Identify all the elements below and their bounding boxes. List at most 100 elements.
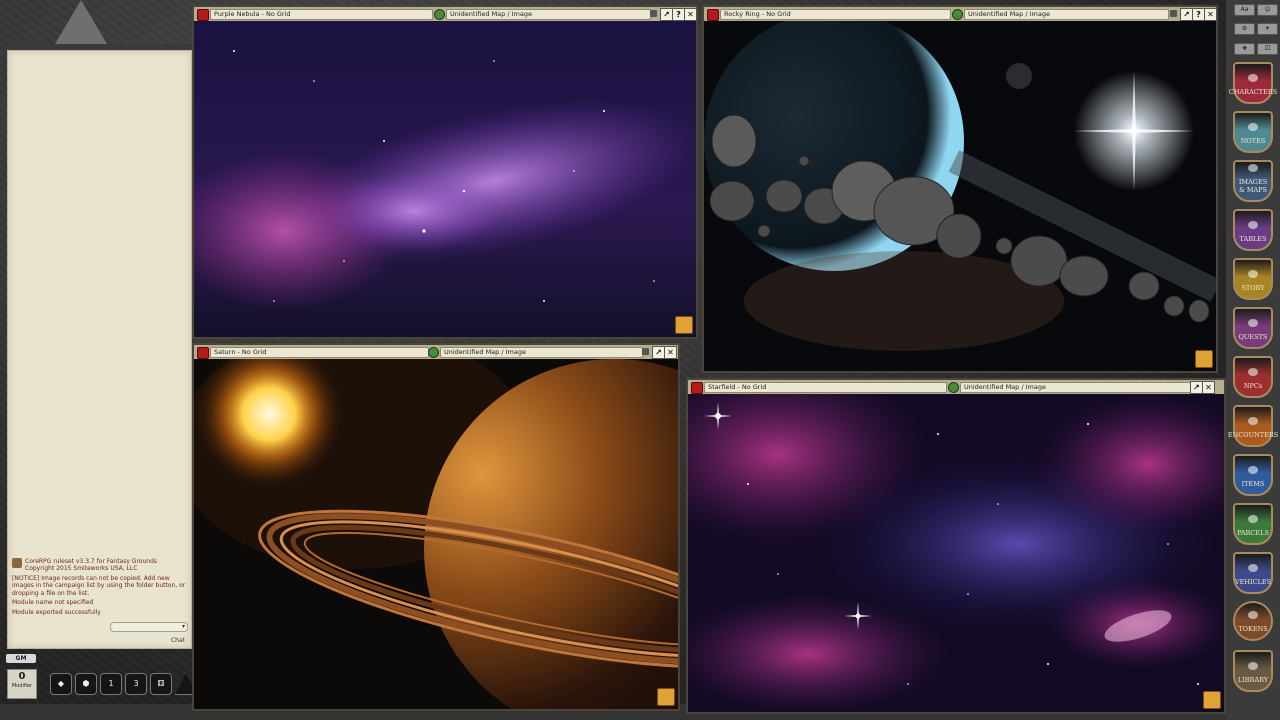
sidebar-button-label: CHARACTERS (1229, 88, 1277, 96)
sidebar-button-encounters[interactable]: ENCOUNTERS (1233, 405, 1273, 447)
saturn-image (194, 359, 678, 709)
window-titlebar[interactable]: Saturn - No Grid Unidentified Map / Imag… (194, 345, 678, 360)
window-identity[interactable]: Unidentified Map / Image (960, 382, 1191, 393)
modifier-label: Modifier (12, 683, 32, 689)
window-title[interactable]: Purple Nebula - No Grid (210, 9, 433, 20)
sidebar-button-tables[interactable]: TABLES (1233, 209, 1273, 251)
chat-message: Module name not specified (12, 599, 188, 607)
sidebar-button-label: TOKENS (1238, 625, 1267, 633)
close-button[interactable]: ✕ (664, 346, 677, 359)
modifier-value: 0 (8, 670, 36, 683)
sidebar-button-label: QUESTS (1239, 333, 1268, 341)
chat-message: Module exported successfully (12, 609, 188, 617)
image-window-saturn[interactable]: Saturn - No Grid Unidentified Map / Imag… (192, 343, 680, 711)
chat-input[interactable]: ▾ (110, 622, 188, 632)
sidebar-button-vehicles[interactable]: VEHICLES (1233, 552, 1273, 594)
modifiers-tool-button[interactable]: ✚ (1234, 43, 1255, 55)
window-identity[interactable]: Unidentified Map / Image (964, 9, 1169, 20)
close-button[interactable]: ✕ (1202, 381, 1215, 394)
sidebar-button-tokens[interactable]: TOKENS (1233, 601, 1273, 641)
purple-nebula-image (194, 21, 696, 337)
map-image[interactable] (688, 394, 1224, 712)
image-window-purple-nebula[interactable]: Purple Nebula - No Grid Unidentified Map… (192, 5, 698, 339)
chat-line: CoreRPG ruleset v3.3.7 for Fantasy Groun… (25, 558, 157, 566)
d6-die-icon[interactable]: ⚅ (150, 673, 172, 695)
top-ornament (55, 0, 107, 44)
lock-icon[interactable] (650, 10, 657, 17)
window-title[interactable]: Saturn - No Grid (210, 347, 429, 358)
sidebar-button-library[interactable]: LIBRARY (1233, 650, 1273, 692)
sidebar-button-label: PARCELS (1237, 529, 1269, 537)
sidebar-button-story[interactable]: STORY (1233, 258, 1273, 300)
sidebar-button-label: NOTES (1241, 137, 1266, 145)
sidebar-button-items[interactable]: ITEMS (1233, 454, 1273, 496)
image-window-rocky-ring[interactable]: Rocky Ring - No Grid Unidentified Map / … (702, 5, 1218, 373)
image-toolbar-button[interactable] (675, 316, 693, 334)
d20-die-icon[interactable]: ◆ (50, 673, 72, 695)
options-tool-button[interactable]: ⚙ (1234, 23, 1255, 35)
identified-toggle-icon[interactable] (948, 382, 959, 393)
window-titlebar[interactable]: Purple Nebula - No Grid Unidentified Map… (194, 7, 696, 22)
sidebar-button-label: NPCs (1244, 382, 1262, 390)
sidebar-button-quests[interactable]: QUESTS (1233, 307, 1273, 349)
chat-line: Copyright 2015 Smiteworks USA, LLC (25, 565, 157, 573)
image-window-starfield[interactable]: Starfield - No Grid Unidentified Map / I… (686, 378, 1226, 714)
identified-toggle-icon[interactable] (434, 9, 445, 20)
sidebar-gem-icon (1248, 417, 1258, 425)
image-record-icon[interactable] (197, 347, 209, 359)
sidebar-button-parcels[interactable]: PARCELS (1233, 503, 1273, 545)
effects-tool-button[interactable]: ✦ (1257, 23, 1278, 35)
ruleset-icon (12, 558, 22, 568)
window-title[interactable]: Starfield - No Grid (704, 382, 947, 393)
sidebar-button-npcs[interactable]: NPCs (1233, 356, 1273, 398)
sidebar-gem-icon (1248, 662, 1258, 670)
chat-message: [NOTICE] Image records can not be copied… (12, 575, 188, 598)
chat-messages: CoreRPG ruleset v3.3.7 for Fantasy Groun… (12, 558, 188, 619)
window-title[interactable]: Rocky Ring - No Grid (720, 9, 951, 20)
sidebar-gem-icon (1248, 564, 1258, 572)
lock-icon[interactable] (1170, 10, 1177, 17)
image-toolbar-button[interactable] (657, 688, 675, 706)
map-image[interactable] (194, 21, 696, 337)
modifier-box[interactable]: 0 Modifier (7, 669, 37, 699)
image-record-icon[interactable] (197, 9, 209, 21)
sidebar-button-characters[interactable]: CHARACTERS (1233, 62, 1273, 104)
sidebar-button-label: VEHICLES (1235, 578, 1271, 586)
chat-message: CoreRPG ruleset v3.3.7 for Fantasy Groun… (12, 558, 188, 573)
sidebar-button-label: STORY (1241, 284, 1264, 292)
identified-toggle-icon[interactable] (952, 9, 963, 20)
window-titlebar[interactable]: Rocky Ring - No Grid Unidentified Map / … (704, 7, 1216, 22)
sidebar-gem-icon (1248, 74, 1258, 82)
image-record-icon[interactable] (707, 9, 719, 21)
identified-toggle-icon[interactable] (428, 347, 439, 358)
font-tool-button[interactable]: Aa (1234, 4, 1255, 16)
sidebar-button-notes[interactable]: NOTES (1233, 111, 1273, 153)
sidebar-gem-icon (1248, 611, 1258, 619)
dice-tool-button[interactable]: ⚀ (1257, 43, 1278, 55)
d8-die-icon[interactable]: 3 (125, 673, 147, 695)
rocky-ring-image (704, 21, 1216, 371)
d10-die-icon[interactable]: 1 (100, 673, 122, 695)
chevron-down-icon[interactable]: ▾ (182, 623, 185, 631)
close-button[interactable]: ✕ (1204, 8, 1217, 21)
image-toolbar-button[interactable] (1195, 350, 1213, 368)
lock-icon[interactable] (642, 348, 649, 355)
d12-die-icon[interactable]: ⬢ (75, 673, 97, 695)
sidebar-gem-icon (1248, 164, 1258, 172)
map-image[interactable] (194, 359, 678, 709)
map-image[interactable] (704, 21, 1216, 371)
chat-panel: CoreRPG ruleset v3.3.7 for Fantasy Groun… (7, 50, 192, 649)
window-titlebar[interactable]: Starfield - No Grid Unidentified Map / I… (688, 380, 1224, 395)
sidebar-gem-icon (1248, 368, 1258, 376)
window-identity[interactable]: Unidentified Map / Image (440, 347, 643, 358)
sidebar-tools: Aa ☺ ⚙ ✦ ✚ ⚀ (1234, 4, 1278, 60)
sidebar-gem-icon (1248, 270, 1258, 278)
image-record-icon[interactable] (691, 382, 703, 394)
sidebar-button-label: ENCOUNTERS (1228, 431, 1278, 439)
sidebar-button-label: LIBRARY (1238, 676, 1268, 684)
close-button[interactable]: ✕ (684, 8, 697, 21)
image-toolbar-button[interactable] (1203, 691, 1221, 709)
identity-tool-button[interactable]: ☺ (1257, 4, 1278, 16)
sidebar-button-images-maps[interactable]: IMAGES & MAPS (1233, 160, 1273, 202)
window-identity[interactable]: Unidentified Map / Image (446, 9, 651, 20)
